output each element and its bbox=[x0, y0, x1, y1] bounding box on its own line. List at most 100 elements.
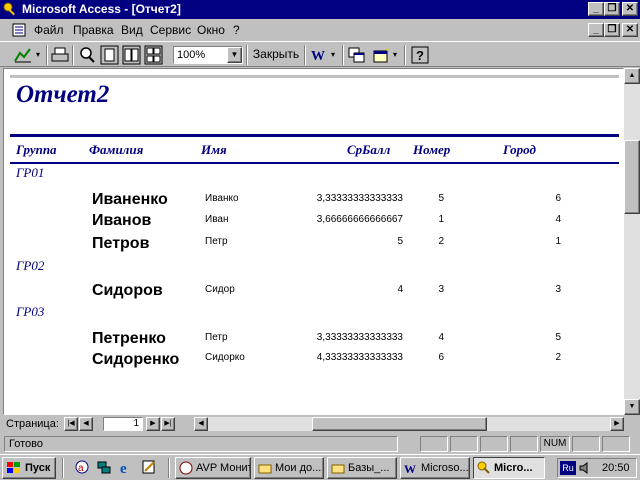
group-label: ГР02 bbox=[16, 258, 45, 273]
row-number: 6 bbox=[438, 352, 444, 363]
menu-view[interactable]: Вид bbox=[121, 23, 143, 37]
system-tray: Ru 20:50 bbox=[557, 458, 637, 478]
status-panel bbox=[602, 436, 630, 452]
doc-close-button[interactable]: ✕ bbox=[622, 23, 638, 37]
menu-bar: Файл Правка Вид Сервис Окно ? _ ❐ ✕ bbox=[0, 19, 640, 41]
close-button[interactable]: ✕ bbox=[622, 2, 638, 16]
internet-explorer-icon[interactable]: e bbox=[119, 459, 135, 475]
row-number: 5 bbox=[438, 193, 444, 204]
first-page-icon[interactable]: |◀ bbox=[64, 417, 78, 431]
avp-quicklaunch-icon[interactable]: a bbox=[74, 459, 90, 475]
network-quicklaunch-icon[interactable] bbox=[96, 459, 112, 475]
horizontal-scroll-thumb[interactable] bbox=[312, 417, 487, 431]
num-lock-indicator: NUM bbox=[540, 436, 570, 452]
toolbar-separator bbox=[72, 45, 74, 65]
task-databases-folder[interactable]: Базы_... bbox=[327, 457, 397, 479]
minimize-button[interactable]: _ bbox=[588, 2, 604, 16]
svg-text:?: ? bbox=[416, 48, 424, 63]
menu-edit[interactable]: Правка bbox=[73, 23, 114, 37]
start-label: Пуск bbox=[25, 462, 51, 474]
column-header-group: Группа bbox=[16, 142, 57, 157]
zoom-value: 100% bbox=[177, 49, 206, 61]
svg-text:W: W bbox=[311, 49, 325, 64]
menu-tools[interactable]: Сервис bbox=[150, 23, 191, 37]
task-my-documents[interactable]: Мои до... bbox=[254, 457, 324, 479]
svg-text:W: W bbox=[404, 462, 416, 475]
new-object-icon[interactable] bbox=[371, 45, 391, 65]
doc-restore-button[interactable]: ❐ bbox=[604, 23, 620, 37]
status-panel bbox=[450, 436, 478, 452]
vertical-scrollbar[interactable]: ▲ ▼ bbox=[624, 68, 640, 415]
word-export-icon[interactable]: W bbox=[309, 45, 329, 65]
last-page-icon[interactable]: ▶| bbox=[161, 417, 175, 431]
scroll-left-icon[interactable]: ◀ bbox=[194, 417, 208, 431]
row-average: 3,66666666666667 bbox=[316, 214, 403, 225]
taskbar-separator bbox=[168, 458, 170, 478]
doc-minimize-button[interactable]: _ bbox=[588, 23, 604, 37]
task-label: Мои до... bbox=[275, 462, 322, 474]
speaker-icon[interactable] bbox=[578, 461, 592, 475]
row-city: 4 bbox=[555, 214, 561, 225]
view-dropdown-icon[interactable]: ▾ bbox=[36, 45, 44, 65]
multiple-pages-icon[interactable] bbox=[144, 45, 163, 65]
row-surname: Сидоров bbox=[92, 282, 163, 299]
new-object-dropdown-icon[interactable]: ▾ bbox=[393, 45, 401, 65]
zoom-magnifier-icon[interactable] bbox=[77, 45, 97, 65]
record-navigation-bar: Страница: |◀ ◀ 1 ▶ ▶| ◀ ▶ bbox=[0, 415, 640, 433]
help-icon[interactable]: ? bbox=[410, 45, 430, 65]
toolbar-separator bbox=[304, 45, 306, 65]
export-dropdown-icon[interactable]: ▾ bbox=[331, 45, 339, 65]
row-surname: Петренко bbox=[92, 330, 166, 347]
task-microsoft-access[interactable]: Micro... bbox=[473, 457, 545, 479]
task-microsoft-word[interactable]: W Microso... bbox=[400, 457, 470, 479]
two-pages-icon[interactable] bbox=[122, 45, 141, 65]
access-key-icon bbox=[3, 2, 15, 16]
row-number: 2 bbox=[438, 236, 444, 247]
scroll-down-icon[interactable]: ▼ bbox=[624, 399, 640, 415]
column-header-average: СрБалл bbox=[347, 142, 391, 157]
database-window-icon[interactable] bbox=[347, 45, 366, 65]
row-name: Сидорко bbox=[205, 352, 245, 363]
horizontal-scrollbar[interactable]: ◀ ▶ bbox=[194, 417, 624, 431]
clock[interactable]: 20:50 bbox=[602, 462, 630, 474]
row-average: 3,33333333333333 bbox=[316, 332, 403, 343]
header-bottom-rule bbox=[10, 162, 619, 164]
report-document-icon[interactable] bbox=[12, 23, 26, 37]
start-button[interactable]: Пуск bbox=[2, 457, 56, 479]
chevron-down-icon[interactable]: ▼ bbox=[227, 47, 242, 63]
close-preview-button[interactable]: Закрыть bbox=[250, 45, 302, 65]
menu-file[interactable]: Файл bbox=[34, 23, 64, 37]
header-top-rule bbox=[10, 134, 619, 137]
toolbar-separator bbox=[404, 45, 406, 65]
view-design-icon[interactable] bbox=[12, 45, 34, 65]
edit-quicklaunch-icon[interactable] bbox=[141, 459, 157, 475]
print-icon[interactable] bbox=[50, 45, 70, 65]
scroll-up-icon[interactable]: ▲ bbox=[624, 68, 640, 84]
row-city: 6 bbox=[555, 193, 561, 204]
task-avp-monitor[interactable]: AVP Монит... bbox=[175, 457, 251, 479]
zoom-select[interactable]: 100% ▼ bbox=[173, 46, 243, 64]
taskbar: Пуск a e AVP Монит... Мои до... Базы_...… bbox=[0, 454, 640, 480]
word-icon: W bbox=[404, 462, 416, 475]
windows-logo-icon bbox=[7, 462, 20, 473]
menu-window[interactable]: Окно bbox=[197, 23, 225, 37]
restore-button[interactable]: ❐ bbox=[604, 2, 620, 16]
menu-help[interactable]: ? bbox=[233, 23, 240, 37]
previous-page-icon[interactable]: ◀ bbox=[79, 417, 93, 431]
folder-icon bbox=[258, 464, 272, 474]
status-panel bbox=[420, 436, 448, 452]
access-key-icon bbox=[477, 461, 490, 474]
scroll-right-icon[interactable]: ▶ bbox=[610, 417, 624, 431]
one-page-icon[interactable] bbox=[100, 45, 119, 65]
page-label: Страница: bbox=[6, 418, 59, 430]
next-page-icon[interactable]: ▶ bbox=[146, 417, 160, 431]
row-city: 3 bbox=[555, 284, 561, 295]
status-text: Готово bbox=[4, 436, 398, 452]
toolbar-separator bbox=[46, 45, 48, 65]
vertical-scroll-thumb[interactable] bbox=[624, 140, 640, 214]
row-name: Петр bbox=[205, 236, 228, 247]
language-indicator[interactable]: Ru bbox=[560, 461, 576, 475]
title-bar: Microsoft Access - [Отчет2] _ ❐ ✕ bbox=[0, 0, 640, 19]
row-number: 3 bbox=[438, 284, 444, 295]
page-number-input[interactable]: 1 bbox=[103, 417, 143, 431]
